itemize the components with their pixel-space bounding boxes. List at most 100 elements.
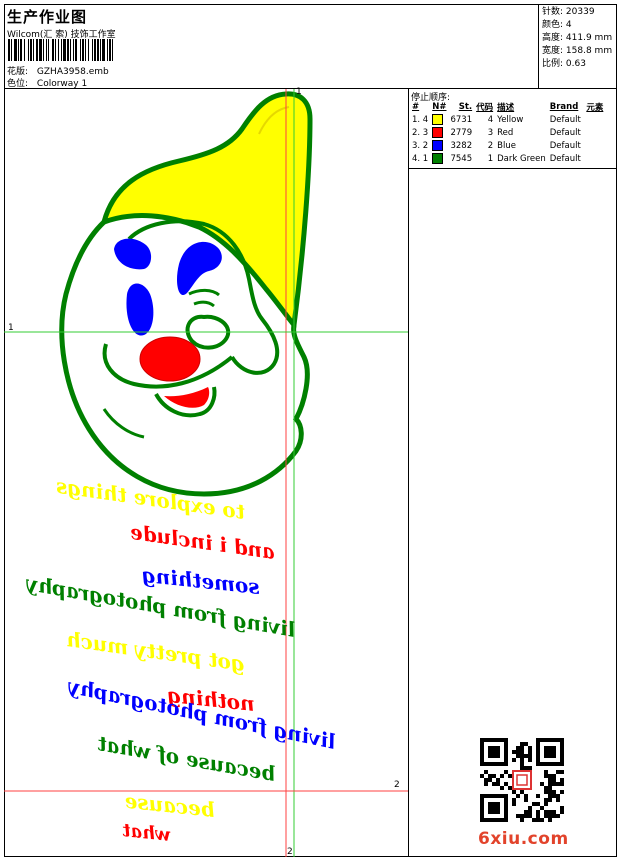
color-code: 4 [487, 114, 494, 125]
qr-module [528, 814, 532, 818]
table-row: 2. 3 2779 3 Red Default [410, 126, 605, 139]
qr-module [512, 798, 516, 802]
barcode-bar [48, 39, 49, 61]
qr-module [556, 798, 560, 802]
qr-module [560, 770, 564, 774]
barcode-bar [52, 39, 54, 61]
qr-module [548, 798, 552, 802]
design-canvas: to explore thingsand i includesomethingl… [4, 89, 408, 857]
qr-module [516, 754, 520, 758]
qr-module [520, 814, 524, 818]
barcode-bar [30, 39, 32, 61]
qr-module [544, 790, 548, 794]
qr-module [556, 782, 560, 786]
row-number: 2. 3 [412, 127, 429, 138]
qr-module [508, 774, 512, 778]
qr-module [552, 778, 556, 782]
qr-module [540, 806, 544, 810]
qr-module [500, 774, 504, 778]
stat-row: 高度: 411.9 mm [542, 32, 617, 45]
stitch-count: 6731 [450, 114, 473, 125]
barcode-bar [39, 39, 42, 61]
qr-finder [544, 746, 556, 758]
qr-module [484, 778, 488, 782]
barcode-bar [107, 39, 108, 61]
barcode-bar [73, 39, 74, 61]
qr-module [516, 750, 520, 754]
barcode-bar [18, 39, 19, 61]
qr-module [560, 790, 564, 794]
qr-module [548, 818, 552, 822]
barcode-bar [112, 39, 113, 61]
color-code: 1 [487, 153, 494, 164]
qr-module [492, 774, 496, 778]
color-description: Blue [497, 140, 516, 151]
barcode-bar [11, 39, 12, 61]
qr-module [548, 786, 552, 790]
qr-module [520, 762, 524, 766]
qr-module [560, 810, 564, 814]
brand-name: Default [549, 127, 581, 138]
guide-label-v1: 1 [296, 87, 302, 97]
color-swatch-cell [430, 152, 448, 165]
header-panel: 生产作业图 Wilcom(汇 索) 技饰工作室 花版: GZHA3958.emb… [4, 4, 539, 89]
qr-code [480, 738, 564, 822]
qr-module [544, 774, 548, 778]
embroidery-text-line: got pretty much [65, 627, 247, 676]
barcode-bar [109, 39, 111, 61]
column-header: 代码 [476, 103, 494, 113]
colorway-label: 色位: [7, 79, 29, 89]
stitch-count: 2779 [450, 127, 473, 138]
colorway-field: 色位: Colorway 1 [7, 76, 87, 89]
brand-name: Default [549, 140, 581, 151]
qr-module [524, 814, 528, 818]
stat-label: 针数: [542, 7, 564, 17]
stat-value: 158.8 mm [565, 46, 613, 56]
page-title: 生产作业图 [7, 8, 88, 26]
stat-row: 针数: 20339 [542, 6, 617, 19]
qr-module [528, 758, 532, 762]
stat-value: 4 [565, 20, 572, 30]
embroidery-text-block: to explore thingsand i includesomethingl… [23, 474, 338, 846]
wink-lines [188, 288, 220, 308]
stat-label: 宽度: [542, 46, 564, 56]
qr-logo-seal [512, 770, 532, 790]
color-description: Yellow [497, 114, 524, 125]
qr-module [560, 778, 564, 782]
embroidery-text-line: and i include [129, 520, 277, 564]
element-cell [584, 152, 605, 165]
watermark-text: 6xiu.com [478, 829, 569, 849]
embroidery-text-line: because [124, 789, 216, 822]
right-eye-shape [176, 241, 222, 296]
qr-finder [488, 802, 500, 814]
barcode-bar [58, 39, 59, 61]
qr-module [536, 814, 540, 818]
barcode-bar [70, 39, 71, 61]
qr-module [548, 814, 552, 818]
qr-module [548, 790, 552, 794]
stat-label: 比例: [542, 59, 564, 69]
qr-module [544, 814, 548, 818]
eye-patch-shape [126, 283, 154, 336]
embroidery-text-line: because of what [95, 731, 277, 786]
qr-module [548, 778, 552, 782]
barcode-bar [85, 39, 86, 61]
qr-module [484, 782, 488, 786]
barcode-bar [46, 39, 47, 61]
column-header: N# [432, 102, 447, 112]
brand-name: Default [549, 114, 581, 125]
qr-module [544, 786, 548, 790]
element-cell [584, 113, 605, 126]
qr-module [524, 754, 528, 758]
qr-module [548, 810, 552, 814]
barcode-bar [8, 39, 10, 61]
stop-sequence-panel: 停止顺序: # N# St. 代码 描述 Brand 元素 1. 4 6731 4 Y… [408, 89, 617, 169]
element-cell [584, 126, 605, 139]
row-number: 3. 2 [412, 140, 429, 151]
column-header: 元素 [586, 103, 604, 113]
stat-row: 宽度: 158.8 mm [542, 45, 617, 58]
guide-label-v2: 2 [287, 847, 293, 857]
qr-module [556, 814, 560, 818]
embroidery-text-line: what [121, 820, 172, 846]
barcode [8, 39, 113, 61]
